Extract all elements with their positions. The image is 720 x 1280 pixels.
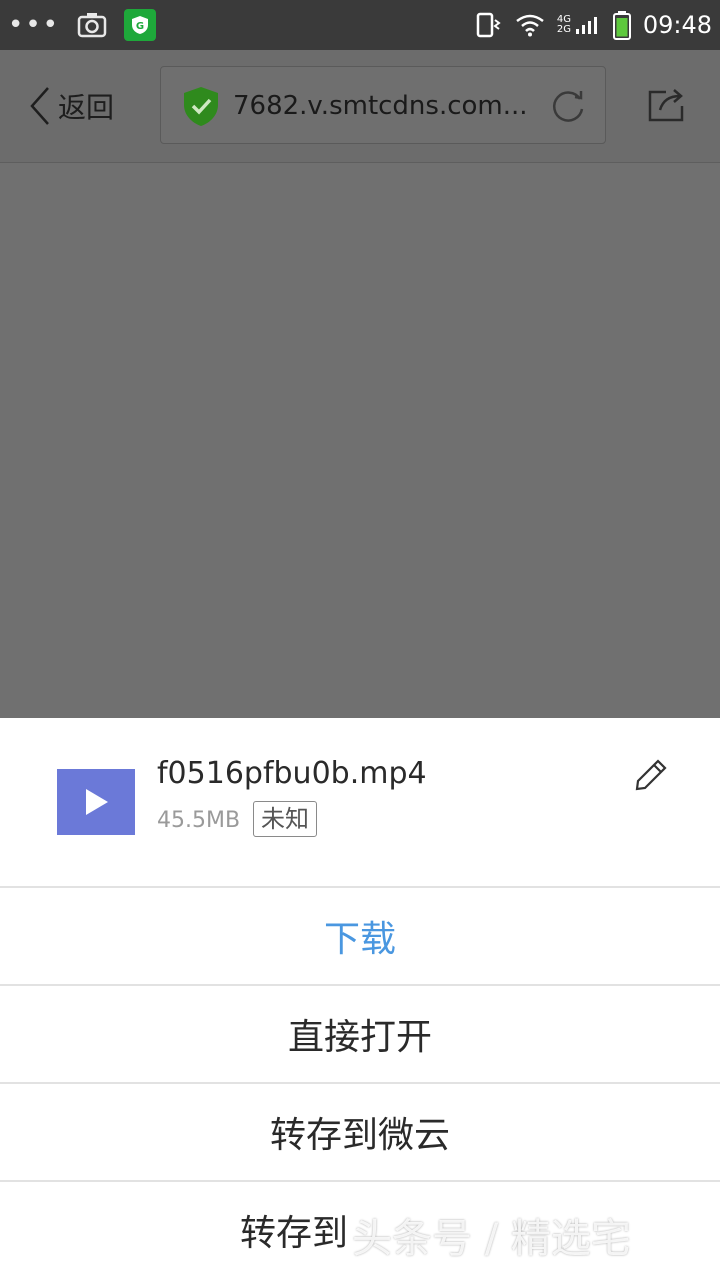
back-button[interactable]: 返回 <box>28 78 114 134</box>
watermark: 头条号 / 精选宅 <box>352 1216 631 1262</box>
download-sheet: f0516pfbu0b.mp4 45.5MB 未知 下载 直接打开 转存到微云 … <box>0 718 720 1280</box>
file-name: f0516pfbu0b.mp4 <box>157 756 427 791</box>
status-right: 4G 2G 09:48 <box>461 0 712 50</box>
file-size: 45.5MB <box>157 808 241 833</box>
file-type-badge: 未知 <box>253 801 317 837</box>
app-icon: G <box>124 9 157 41</box>
status-left: ••• G <box>8 0 157 50</box>
network-label: 4G 2G <box>556 14 571 35</box>
svg-text:G: G <box>136 21 144 32</box>
status-bar: ••• G 4G 2G 09:48 <box>0 0 720 50</box>
vibrate-icon <box>476 12 501 38</box>
download-button[interactable]: 下载 <box>0 886 720 984</box>
app-shield-icon: G <box>132 16 149 34</box>
video-file-thumbnail <box>57 769 135 835</box>
address-bar[interactable]: 7682.v.smtcdns.com... <box>160 66 606 144</box>
back-label: 返回 <box>58 91 115 124</box>
camera-icon <box>77 13 107 38</box>
save-to-weiyun-button[interactable]: 转存到微云 <box>0 1082 720 1180</box>
file-info: f0516pfbu0b.mp4 45.5MB 未知 <box>0 718 720 886</box>
status-time: 09:48 <box>642 11 712 39</box>
signal-icon: 4G 2G <box>557 15 601 35</box>
page-content-overlay[interactable] <box>0 163 720 718</box>
chevron-left-icon <box>30 87 49 125</box>
browser-toolbar: 返回 7682.v.smtcdns.com... <box>0 50 720 163</box>
shield-check-icon <box>184 87 218 126</box>
open-directly-button[interactable]: 直接打开 <box>0 984 720 1082</box>
wifi-icon <box>516 14 544 37</box>
share-icon[interactable] <box>646 86 688 124</box>
refresh-icon[interactable] <box>549 87 587 125</box>
battery-icon <box>612 11 631 40</box>
play-icon <box>86 789 108 815</box>
more-dots-icon: ••• <box>8 10 61 40</box>
pencil-icon[interactable] <box>634 758 668 792</box>
signal-bars-icon <box>575 17 597 34</box>
url-text: 7682.v.smtcdns.com... <box>233 91 528 121</box>
